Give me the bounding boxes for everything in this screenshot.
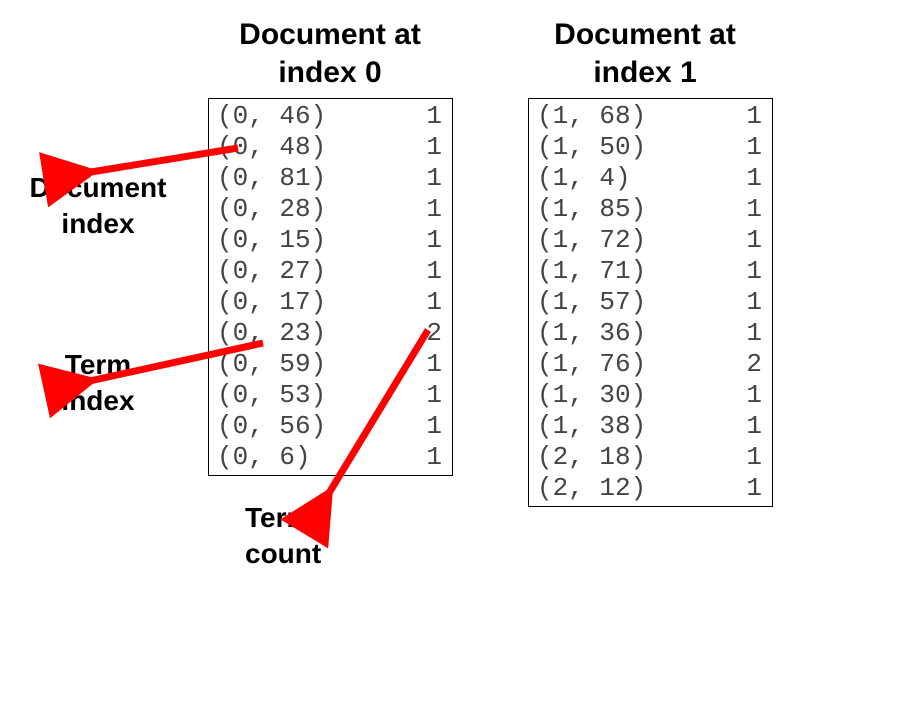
arrow-term-count <box>0 0 897 723</box>
